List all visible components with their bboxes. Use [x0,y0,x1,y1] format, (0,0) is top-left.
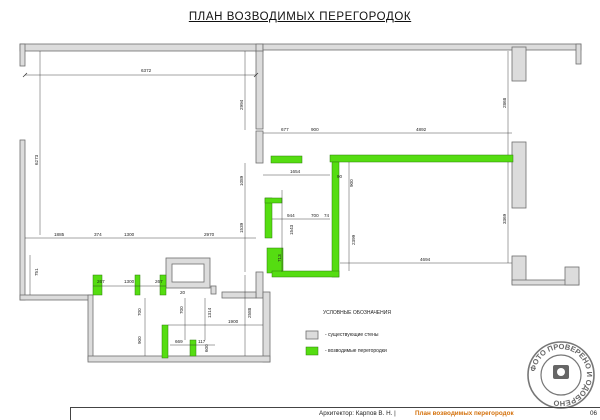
dim-2399: 2399 [351,234,356,245]
dim-2588: 2588 [247,307,252,318]
dim-900-top: 900 [311,127,319,132]
dim-677: 677 [281,127,289,132]
dim-2994: 2994 [239,99,244,110]
floor-plan-drawing: 6372 6273 2994 2868 677 900 4892 1654 90… [19,43,582,363]
dim-600: 600 [204,344,209,352]
dim-6372: 6372 [141,68,152,73]
dim-900-mid: 900 [349,179,354,187]
title-block: Архитектор: Карпов В. Н. | План возводим… [70,407,600,420]
architect-label: Архитектор: Карпов В. Н. | [319,410,396,417]
dim-713: 713 [277,254,282,262]
dim-944: 944 [287,213,295,218]
dim-267-right: 267 [155,279,163,284]
legend-title: УСЛОВНЫЕ ОБОЗНАЧЕНИЯ [323,310,391,316]
dim-1900: 1900 [228,319,239,324]
dim-1089: 1089 [239,175,244,186]
legend-swatch-existing [305,330,319,340]
dim-2970: 2970 [204,232,215,237]
sheet-number: 06 [589,410,597,417]
dim-6273: 6273 [34,154,39,165]
dim-1300-lower: 1300 [124,279,135,284]
dim-267-left: 267 [97,279,105,284]
dim-90: 90 [337,174,343,179]
dim-1543: 1543 [289,224,294,235]
dim-1314: 1314 [207,307,212,318]
dim-20: 20 [180,290,186,295]
approval-stamp: ФОТО ПРОВЕРЕНО И ОДОБРЕНО [527,341,595,409]
plan-name-label: План возводимых перегородок [415,410,514,417]
legend-swatch-new [305,346,319,356]
dim-751: 751 [34,268,39,276]
dim-374: 374 [94,232,102,237]
dim-74: 74 [324,213,330,218]
dim-117: 117 [198,339,206,344]
dim-3369: 3369 [502,213,507,224]
dim-669: 669 [175,339,183,344]
dim-4694: 4694 [420,257,431,262]
dim-1539: 1539 [239,222,244,233]
dim-2868: 2868 [502,97,507,108]
dim-700-left: 700 [137,308,142,316]
dim-700-mid: 700 [311,213,319,218]
dim-1300-upper: 1300 [124,232,135,237]
existing-walls [19,43,582,363]
dim-900-low: 900 [137,336,142,344]
new-partitions [92,154,514,359]
dim-700-right: 700 [179,306,184,314]
dim-1654: 1654 [290,169,301,174]
legend-existing-label: - существующие стены [325,332,379,338]
dim-4892: 4892 [416,127,427,132]
dim-1885: 1885 [54,232,65,237]
legend-new-label: - возводимые перегородки [325,348,387,354]
